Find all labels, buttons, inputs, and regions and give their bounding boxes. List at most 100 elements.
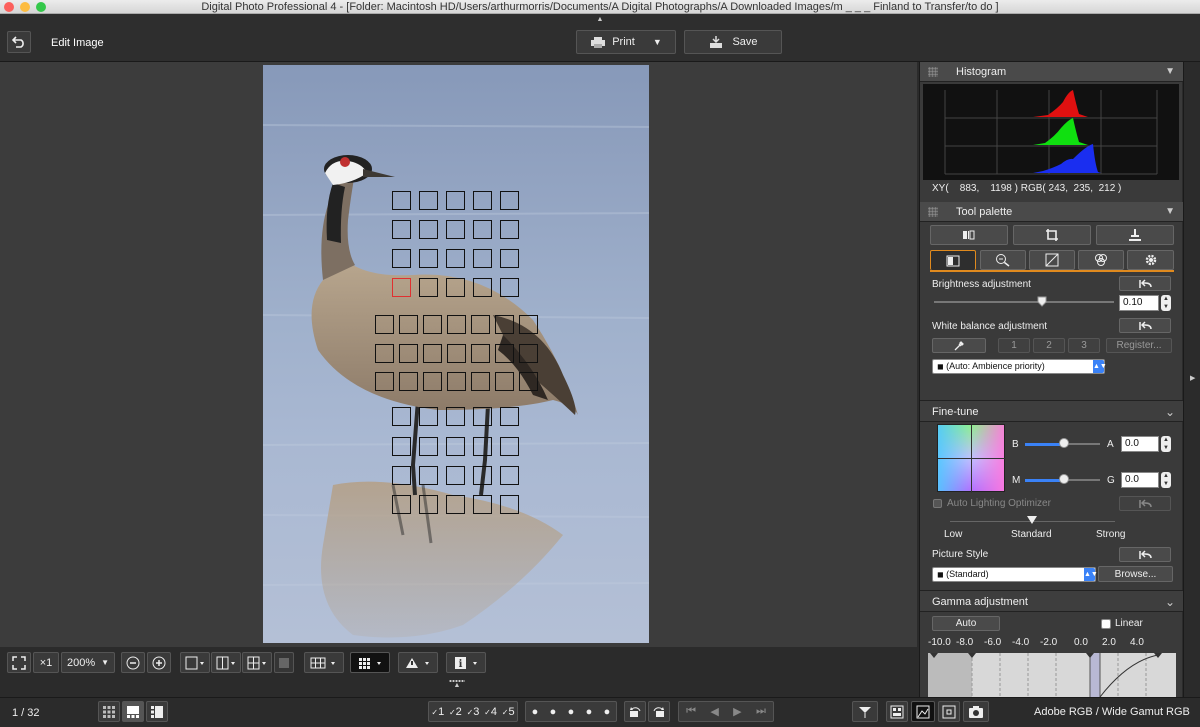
photo-preview[interactable] — [263, 65, 649, 643]
close-window-button[interactable] — [4, 2, 14, 12]
mg-value-input[interactable]: 0.0 — [1121, 472, 1159, 488]
prev-image-icon[interactable]: ◀ — [710, 705, 718, 718]
last-image-icon[interactable]: ⏭ — [756, 705, 766, 718]
tool-tab-crop[interactable] — [1013, 225, 1091, 245]
fine-tune-header[interactable]: Fine-tune ⌄ — [920, 400, 1183, 422]
tool-palette-toggle-button[interactable] — [886, 701, 908, 722]
white-balance-eyedropper-button[interactable] — [932, 338, 986, 353]
highlight-warning-button[interactable] — [398, 652, 438, 673]
tool-tab-compare[interactable] — [930, 225, 1008, 245]
wb-slot-2-button[interactable]: 2 — [1033, 338, 1065, 353]
print-button[interactable]: Print ▼ — [576, 30, 676, 54]
picture-style-reset-button[interactable] — [1119, 547, 1171, 562]
filmstrip-handle[interactable]: ▲ — [447, 680, 467, 694]
mg-stepper[interactable]: ▲ ▼ — [1161, 472, 1171, 488]
zoom-in-button[interactable] — [147, 652, 171, 673]
save-button[interactable]: Save — [684, 30, 782, 54]
white-balance-select[interactable]: ◼ (Auto: Ambience priority) ▲▼ — [932, 359, 1107, 374]
white-balance-reset-button[interactable] — [1119, 318, 1171, 333]
fit-to-window-button[interactable] — [7, 652, 31, 673]
alo-reset-button[interactable] — [1119, 496, 1171, 511]
rotate-left-button[interactable] — [624, 701, 646, 722]
mg-slider-track[interactable] — [1065, 479, 1100, 481]
browse-button[interactable]: Browse... — [1098, 566, 1173, 582]
subtab-color[interactable] — [1078, 250, 1124, 270]
single-view-button[interactable] — [180, 652, 210, 673]
compare-view-button[interactable] — [211, 652, 241, 673]
wb-register-button[interactable]: Register... — [1106, 338, 1172, 353]
af-toggle-button[interactable] — [938, 701, 960, 722]
af-point-display-button[interactable] — [350, 652, 390, 673]
sync-view-button[interactable] — [274, 652, 294, 673]
zoom-out-button[interactable] — [121, 652, 145, 673]
brightness-value-input[interactable]: 0.10 — [1119, 295, 1159, 311]
grid-view-button[interactable] — [242, 652, 272, 673]
subtab-tone[interactable] — [980, 250, 1026, 270]
rating-3[interactable]: ✓3 — [467, 706, 480, 718]
filmstrip-view-button[interactable] — [122, 701, 144, 722]
filmstrip-side-view-button[interactable] — [146, 701, 168, 722]
collapse-histogram-icon[interactable]: ▼ — [1165, 62, 1175, 82]
sort-button[interactable] — [852, 701, 878, 722]
star-dot-1[interactable]: ● — [532, 706, 539, 718]
picture-style-select[interactable]: ◼ (Standard) ▲▼ — [932, 567, 1098, 582]
alo-slider-knob[interactable] — [1027, 516, 1037, 524]
ba-slider-track[interactable] — [1065, 443, 1100, 445]
collapse-fine-tune-icon[interactable]: ⌄ — [1165, 401, 1175, 423]
navigator-toggle-button[interactable] — [911, 701, 935, 722]
right-panel-edge[interactable]: ▶ — [1183, 62, 1200, 697]
star-dot-3[interactable]: ● — [568, 706, 575, 718]
gamma-header[interactable]: Gamma adjustment ⌄ — [920, 590, 1183, 612]
next-image-icon[interactable]: ▶ — [733, 705, 741, 718]
thumbnail-view-button[interactable] — [98, 701, 120, 722]
gamma-graph[interactable] — [928, 653, 1176, 697]
star-dot-5[interactable]: ● — [604, 706, 611, 718]
ba-value-input[interactable]: 0.0 — [1121, 436, 1159, 452]
grid-overlay-button[interactable] — [304, 652, 344, 673]
zoom-window-button[interactable] — [36, 2, 46, 12]
wb-slot-1-button[interactable]: 1 — [998, 338, 1030, 353]
tool-palette-header[interactable]: Tool palette ▼ — [920, 202, 1183, 222]
star-dot-4[interactable]: ● — [586, 706, 593, 718]
drag-grip-icon[interactable] — [928, 207, 938, 217]
alo-checkbox[interactable] — [933, 499, 942, 508]
info-display-button[interactable]: i — [446, 652, 486, 673]
ba-slider-knob[interactable] — [1059, 438, 1069, 448]
rating-4[interactable]: ✓4 — [484, 706, 497, 718]
star-dot-2[interactable]: ● — [550, 706, 557, 718]
collapse-tool-palette-icon[interactable]: ▼ — [1165, 202, 1175, 222]
wb-slot-3-button[interactable]: 3 — [1068, 338, 1100, 353]
rating-1[interactable]: ✓1 — [431, 706, 444, 718]
brightness-slider-track[interactable] — [934, 301, 1114, 303]
subtab-curve[interactable] — [1029, 250, 1075, 270]
print-label: Print — [612, 36, 635, 48]
brightness-reset-button[interactable] — [1119, 276, 1171, 291]
fine-tune-color-grid[interactable] — [937, 424, 1006, 493]
print-dropdown-icon[interactable]: ▼ — [653, 37, 662, 47]
alo-standard-label: Standard — [1011, 529, 1052, 540]
rotate-right-button[interactable] — [648, 701, 670, 722]
collapse-toolbar-icon[interactable]: ▲ — [594, 16, 606, 23]
back-button[interactable] — [7, 31, 31, 53]
subtab-basic[interactable] — [930, 250, 976, 270]
zoom-level-select[interactable]: 200% ▼ — [61, 652, 115, 673]
brightness-stepper[interactable]: ▲ ▼ — [1161, 295, 1171, 311]
camera-settings-button[interactable] — [963, 701, 989, 722]
ba-stepper[interactable]: ▲ ▼ — [1161, 436, 1171, 452]
subtab-settings[interactable] — [1127, 250, 1174, 270]
drag-grip-icon[interactable] — [928, 67, 938, 77]
collapse-right-panel-icon[interactable]: ▶ — [1190, 374, 1195, 382]
rating-2[interactable]: ✓2 — [449, 706, 462, 718]
first-image-icon[interactable]: ⏮ — [686, 705, 696, 718]
tool-tab-stamp[interactable] — [1096, 225, 1174, 245]
collapse-gamma-icon[interactable]: ⌄ — [1165, 591, 1175, 613]
rating-5[interactable]: ✓5 — [502, 706, 515, 718]
af-point — [399, 315, 418, 334]
minimize-window-button[interactable] — [20, 2, 30, 12]
histogram-header[interactable]: Histogram ▼ — [920, 62, 1183, 82]
gamma-linear-checkbox[interactable] — [1101, 619, 1111, 629]
mg-slider-knob[interactable] — [1059, 474, 1069, 484]
gamma-auto-button[interactable]: Auto — [932, 616, 1000, 631]
zoom-x1-button[interactable]: ×1 — [33, 652, 59, 673]
brightness-slider-knob[interactable] — [1037, 296, 1047, 307]
